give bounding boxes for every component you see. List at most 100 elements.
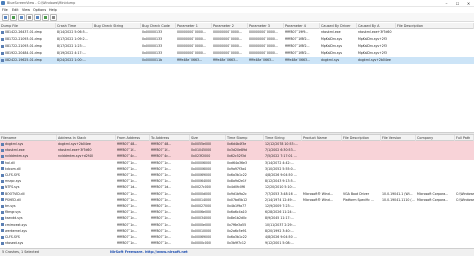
- cell: 00000000`0000...: [213, 51, 242, 55]
- nirsoft-link[interactable]: NirSoft Freeware. http://www.nirsoft.net: [110, 250, 188, 254]
- cell: 00000000`0000...: [177, 44, 206, 48]
- cell-text: hal.dll: [5, 160, 15, 165]
- file-icon: [1, 229, 4, 233]
- file-icon: [1, 185, 4, 189]
- crash-row[interactable]: 081722-21093-01.dmp 8/17/2022 1:23:... 0x0…: [0, 43, 474, 50]
- crash-row[interactable]: 081722-21093-01.dmp 8/17/2022 1:09:2... 0x…: [0, 36, 474, 43]
- driver-row[interactable]: ntosext.sys fffff807`1c... fffff807`1c... 0…: [0, 240, 474, 247]
- cell-filename: 081422-26437-01.dmp: [0, 29, 56, 36]
- cell: MpKslDrv.sys+2f3: [358, 44, 387, 48]
- file-icon: [1, 58, 4, 62]
- file-icon: [1, 37, 4, 41]
- maximize-button[interactable]: ☐: [452, 0, 463, 7]
- cell: 00000000`0000...: [249, 51, 278, 55]
- status-bar: 5 Crashes, 1 Selected NirSoft Freeware. …: [0, 248, 474, 256]
- file-icon: [1, 192, 4, 196]
- cell-text: 081722-21093-01.dmp: [5, 44, 42, 48]
- cell-filename: 081722-21093-01.dmp: [0, 36, 56, 43]
- crash-row[interactable]: 082422-19625-01.dmp 8/24/2022 1:00:... 0x0…: [0, 57, 474, 64]
- cell: 0x00000133: [142, 30, 163, 34]
- file-icon: [1, 241, 4, 245]
- file-icon: [1, 210, 4, 214]
- cell-filename: 082422-19625-01.dmp: [0, 57, 56, 64]
- cell: fffff807`1c...: [117, 241, 138, 246]
- cell-text: dxgkrnl.sys: [5, 142, 24, 146]
- cell-text: tm.sys: [5, 204, 16, 208]
- cell-text: nvlddmkm.sys: [5, 154, 29, 159]
- window-title: BlueScreenView - C:\Windows\Minidump: [7, 1, 76, 5]
- file-icon: [1, 235, 4, 239]
- crash-row[interactable]: 081922-20484-01.dmp 8/19/2022 4:17:... 0x0…: [0, 50, 474, 57]
- file-icon: [1, 148, 4, 152]
- cell-text: 081722-21093-01.dmp: [5, 37, 42, 41]
- toolbar: [0, 13, 474, 22]
- cell-text: CLFS.SYS: [5, 173, 20, 177]
- cell: 00000000`0000...: [177, 30, 206, 34]
- cell-filename: 081722-21093-01.dmp: [0, 43, 56, 50]
- file-icon: [1, 223, 4, 227]
- cell: 0x00000133: [142, 51, 163, 55]
- cell: dxgkrnl.sys+2b04ee: [358, 58, 391, 62]
- cell-text: CLFS.SYS: [5, 235, 20, 239]
- cell: 8/17/2022 1:09:2...: [57, 37, 88, 41]
- file-icon: [1, 44, 4, 48]
- cell: MpKslDrv.sys: [321, 44, 343, 48]
- cell: ffffe48e`0663...: [285, 58, 311, 62]
- cell-text: ntoskrnl.exe: [5, 148, 25, 153]
- menu-view[interactable]: View: [22, 8, 30, 12]
- cell: [93, 43, 141, 50]
- save-icon[interactable]: [10, 14, 17, 21]
- copy-icon[interactable]: [26, 14, 33, 21]
- file-icon: [1, 167, 4, 171]
- cell: 0x0000011b: [142, 58, 163, 62]
- cell: dxgkrnl.sys: [321, 58, 340, 62]
- cell: 00000000`0000...: [249, 44, 278, 48]
- html-report-icon[interactable]: [18, 14, 25, 21]
- minimize-button[interactable]: –: [441, 0, 452, 7]
- exit-icon[interactable]: [50, 14, 57, 21]
- file-icon: [1, 198, 4, 202]
- cell: fffff807`1f8f2...: [285, 51, 310, 55]
- file-icon: [1, 142, 4, 146]
- cell: [93, 50, 141, 57]
- cell: ntoskrnl.exe: [321, 30, 341, 34]
- crash-row[interactable]: 081422-26437-01.dmp 8/14/2022 5:06:5... 0x…: [0, 29, 474, 36]
- menu-edit[interactable]: Edit: [12, 8, 19, 12]
- refresh-icon[interactable]: [42, 14, 49, 21]
- cell: 00000000`0000...: [213, 44, 242, 48]
- cell: 8/17/2022 1:23:...: [57, 44, 86, 48]
- cell-text: 082422-19625-01.dmp: [5, 58, 42, 62]
- status-crash-count: 5 Crashes, 1 Selected: [2, 250, 39, 254]
- close-button[interactable]: ✕: [463, 0, 474, 7]
- cell-text: PSHED.dll: [5, 197, 21, 202]
- cell: MpKslDrv.sys+2f3: [358, 51, 387, 55]
- menu-file[interactable]: File: [2, 8, 8, 12]
- file-icon: [1, 216, 4, 220]
- cell: fffff807`1c...: [151, 241, 172, 246]
- menu-help[interactable]: Help: [49, 8, 57, 12]
- cell: fffff807`19f9...: [285, 30, 309, 34]
- cell-text: ntosext.sys: [5, 241, 24, 246]
- file-icon: [1, 204, 4, 208]
- title-bar: BlueScreenView - C:\Windows\Minidump – ☐…: [0, 0, 474, 7]
- cell: [381, 240, 416, 247]
- menu-options[interactable]: Options: [33, 8, 46, 12]
- properties-icon[interactable]: [34, 14, 41, 21]
- driver-list-pane: Filename Address In Stack From Address To A…: [0, 135, 474, 248]
- cell: [342, 240, 381, 247]
- cell: 00000000`0000...: [177, 37, 206, 41]
- cell-text: msrpc.sys: [5, 179, 22, 184]
- cell-filename: ntosext.sys: [0, 240, 57, 247]
- open-icon[interactable]: [2, 14, 9, 21]
- cell: [93, 29, 141, 36]
- cell: 00000000`0000...: [249, 30, 278, 34]
- cell: 00000000`0000...: [249, 37, 278, 41]
- cell-text: 081922-20484-01.dmp: [5, 51, 42, 55]
- cell-text: 081422-26437-01.dmp: [5, 30, 42, 34]
- cell: 0x3b9f7c12: [227, 241, 246, 246]
- cell-text: werkernel.sys: [5, 228, 27, 233]
- cell: ffffe48e`0663...: [177, 58, 203, 62]
- cell: fffff807`1f8f2...: [285, 37, 310, 41]
- cell: ffffe48e`0663...: [249, 58, 275, 62]
- cell-text: ksecdd.sys: [5, 216, 23, 221]
